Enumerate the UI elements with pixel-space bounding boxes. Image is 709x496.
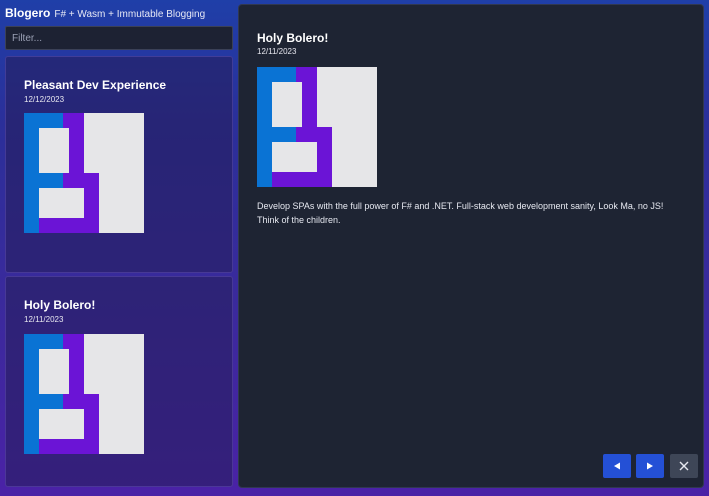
close-icon	[679, 461, 689, 471]
post-card-pleasant-dev-experience[interactable]: Pleasant Dev Experience 12/12/2023	[5, 56, 233, 273]
post-detail-title: Holy Bolero!	[257, 31, 329, 45]
filter-input[interactable]	[5, 26, 233, 50]
post-card-holy-bolero[interactable]: Holy Bolero! 12/11/2023	[5, 276, 233, 487]
next-arrow-icon	[647, 462, 653, 470]
app-header: Blogero F# + Wasm + Immutable Blogging	[5, 6, 205, 22]
post-detail-date: 12/11/2023	[257, 47, 297, 56]
previous-arrow-icon	[614, 462, 620, 470]
post-card-title: Holy Bolero!	[24, 298, 96, 312]
blogero-logo-icon	[24, 113, 144, 233]
post-card-date: 12/12/2023	[24, 95, 65, 104]
post-detail-body: Develop SPAs with the full power of F# a…	[257, 201, 664, 225]
previous-post-button[interactable]	[603, 454, 631, 478]
blogero-logo-icon	[24, 334, 144, 454]
post-card-title: Pleasant Dev Experience	[24, 78, 167, 92]
close-button[interactable]	[670, 454, 698, 478]
post-detail-panel: Holy Bolero! 12/11/2023 Develop SPAs wit…	[238, 4, 704, 488]
app-tagline: F# + Wasm + Immutable Blogging	[54, 9, 206, 20]
post-card-date: 12/11/2023	[24, 315, 64, 324]
blogero-logo-icon	[257, 67, 377, 187]
next-post-button[interactable]	[636, 454, 664, 478]
app-brand: Blogero	[5, 6, 51, 20]
